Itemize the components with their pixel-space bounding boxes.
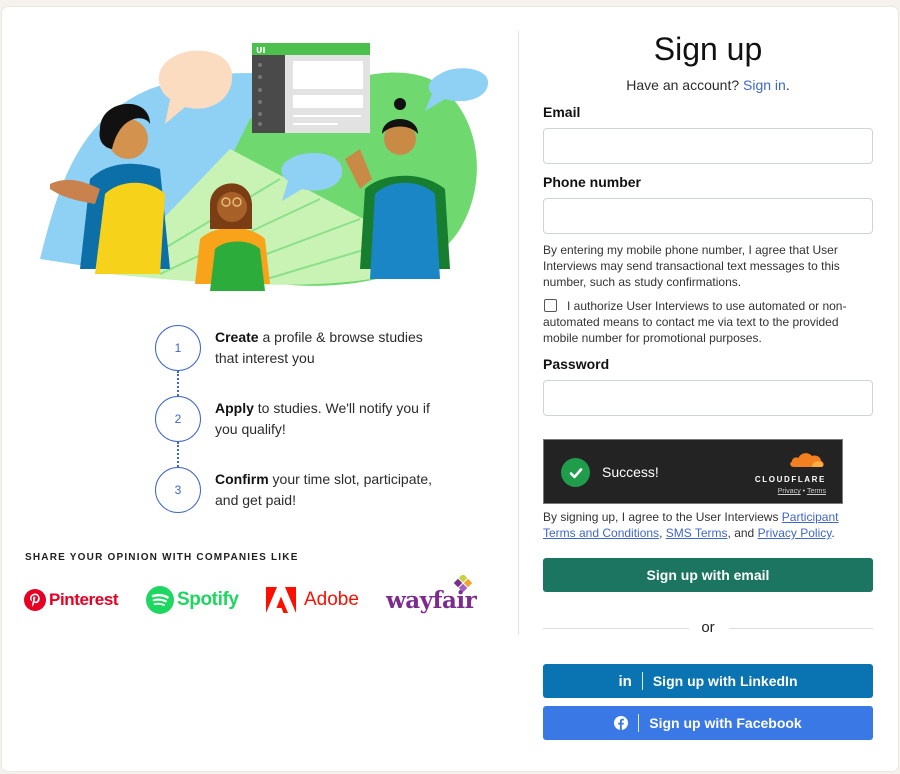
have-account-text: Have an account? Sign in. <box>543 77 873 93</box>
or-line-right <box>729 628 873 629</box>
facebook-button-label: Sign up with Facebook <box>649 715 802 731</box>
password-label: Password <box>543 356 610 372</box>
agreement-separator: , and <box>727 526 758 540</box>
privacy-policy-link[interactable]: Privacy Policy <box>758 526 832 540</box>
panel-divider <box>518 31 519 635</box>
step-number-circle: 2 <box>155 396 201 442</box>
step-title: Create <box>215 329 259 345</box>
captcha-link-separator: • <box>802 488 806 495</box>
promo-consent-label: I authorize User Interviews to use autom… <box>543 299 847 345</box>
button-separator <box>638 714 640 732</box>
step-number-circle: 3 <box>155 467 201 513</box>
agreement-prefix: By signing up, I agree to the User Inter… <box>543 510 782 524</box>
captcha-status: Success! <box>602 464 659 480</box>
marketing-panel: UI 1 Create a profile & browse studies t… <box>2 7 518 771</box>
cloudflare-branding: CLOUDFLARE Privacy • Terms <box>746 450 826 495</box>
linkedin-button-label: Sign up with LinkedIn <box>652 673 798 689</box>
step-title: Apply <box>215 400 254 416</box>
cloudflare-cloud-icon <box>790 453 824 467</box>
phone-disclaimer: By entering my mobile phone number, I ag… <box>543 243 840 289</box>
ui-window-graphic: UI <box>252 43 370 133</box>
or-divider: or <box>543 618 873 638</box>
step-item: 2 Apply to studies. We'll notify you if … <box>155 396 455 467</box>
captcha-privacy-link[interactable]: Privacy <box>778 488 801 495</box>
step-text: Create a profile & browse studies that i… <box>215 327 445 369</box>
spotify-logo-icon <box>146 586 174 614</box>
sms-terms-link[interactable]: SMS Terms <box>666 526 728 540</box>
spotify-wordmark: Spotify <box>177 589 239 610</box>
success-check-icon <box>561 458 590 487</box>
page-title: Sign up <box>653 31 763 67</box>
button-separator <box>641 672 643 690</box>
email-field[interactable] <box>543 128 873 164</box>
cloudflare-wordmark: CLOUDFLARE <box>754 475 826 484</box>
captcha-links: Privacy • Terms <box>746 488 826 495</box>
companies-label: SHARE YOUR OPINION WITH COMPANIES LIKE <box>25 552 299 563</box>
password-field[interactable] <box>543 380 873 416</box>
sign-in-link[interactable]: Sign in <box>743 77 786 93</box>
people-illustration: UI <box>40 43 489 291</box>
adobe-logo: Adobe <box>266 579 359 621</box>
captcha-terms-link[interactable]: Terms <box>807 488 826 495</box>
how-it-works-steps: 1 Create a profile & browse studies that… <box>155 325 455 538</box>
wayfair-logo-icon <box>454 575 472 593</box>
sign-up-facebook-button[interactable]: Sign up with Facebook <box>543 706 873 740</box>
step-item: 1 Create a profile & browse studies that… <box>155 325 455 396</box>
step-text: Apply to studies. We'll notify you if yo… <box>215 398 445 440</box>
facebook-icon <box>614 716 629 730</box>
signup-card: UI 1 Create a profile & browse studies t… <box>2 7 898 771</box>
agreement-separator: , <box>659 526 666 540</box>
wayfair-logo: wayfair <box>386 575 477 621</box>
step-text: Confirm your time slot, participate, and… <box>215 469 445 511</box>
pinterest-logo-icon <box>24 589 46 611</box>
step-connector <box>177 371 179 396</box>
svg-text:UI: UI <box>256 46 265 55</box>
adobe-logo-icon <box>266 587 296 613</box>
adobe-wordmark: Adobe <box>304 589 359 610</box>
email-label: Email <box>543 104 581 120</box>
company-logos: Pinterest Spotify Adobe wayfair <box>24 575 494 621</box>
phone-label: Phone number <box>543 174 642 190</box>
cloudflare-captcha-widget: Success! CLOUDFLARE Privacy • Terms <box>543 439 843 504</box>
linkedin-icon: in <box>618 672 632 690</box>
pinterest-logo: Pinterest <box>24 579 119 621</box>
sign-up-linkedin-button[interactable]: in Sign up with LinkedIn <box>543 664 873 698</box>
step-item: 3 Confirm your time slot, participate, a… <box>155 467 455 538</box>
step-title: Confirm <box>215 471 269 487</box>
sign-up-email-button[interactable]: Sign up with email <box>543 558 873 592</box>
step-number-circle: 1 <box>155 325 201 371</box>
spotify-logo: Spotify <box>146 579 239 621</box>
have-account-label: Have an account? <box>626 77 740 93</box>
pinterest-wordmark: Pinterest <box>49 590 119 609</box>
agreement-suffix: . <box>831 526 835 540</box>
step-connector <box>177 442 179 467</box>
agreement-text: By signing up, I agree to the User Inter… <box>543 509 873 541</box>
sign-in-suffix: . <box>785 77 790 93</box>
phone-field[interactable] <box>543 198 873 234</box>
